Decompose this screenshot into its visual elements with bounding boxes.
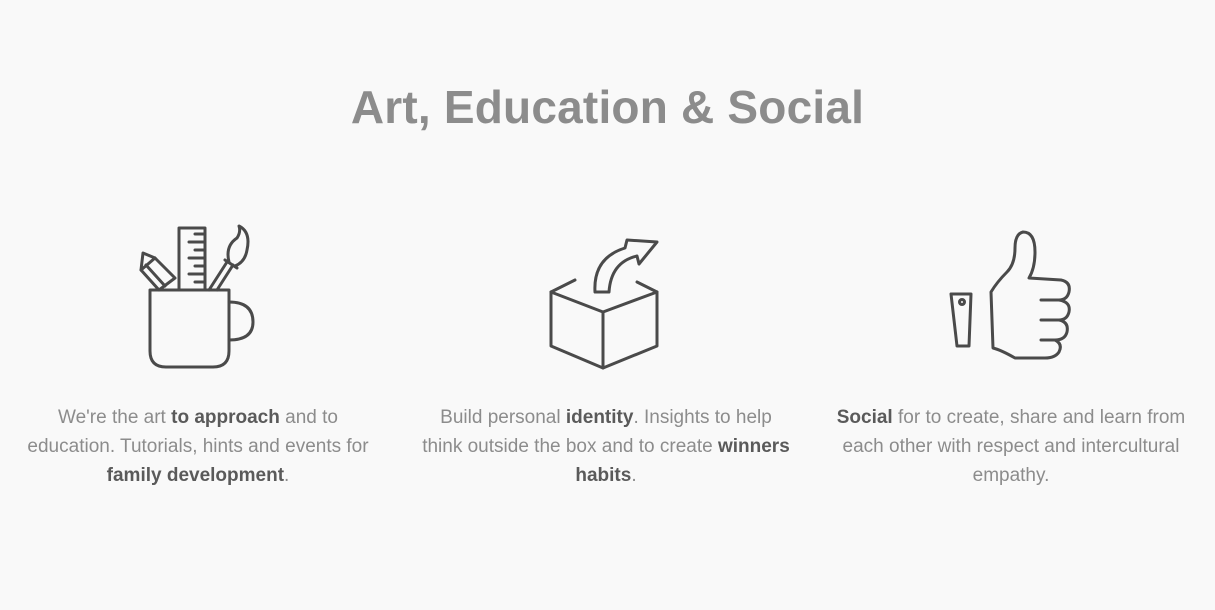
emphasis-text: Social — [836, 407, 893, 428]
feature-art: We're the art to approach and to educati… — [13, 220, 383, 490]
feature-education-description: Build personal identity. Insights to hel… — [422, 407, 790, 486]
thumbs-up-icon — [949, 230, 1071, 360]
page-title: Art, Education & Social — [350, 81, 865, 133]
art-supplies-mug-icon — [139, 224, 255, 369]
emphasis-text: identity — [565, 407, 634, 428]
feature-art-description: We're the art to approach and to educati… — [27, 407, 369, 486]
open-box-arrow-icon — [549, 238, 659, 370]
emphasis-text: to approach — [171, 407, 280, 428]
feature-social-description: Social for to create, share and learn fr… — [836, 407, 1186, 486]
emphasis-text: family development — [106, 465, 285, 486]
feature-social: Social for to create, share and learn fr… — [826, 220, 1196, 490]
feature-education: Build personal identity. Insights to hel… — [421, 220, 791, 490]
